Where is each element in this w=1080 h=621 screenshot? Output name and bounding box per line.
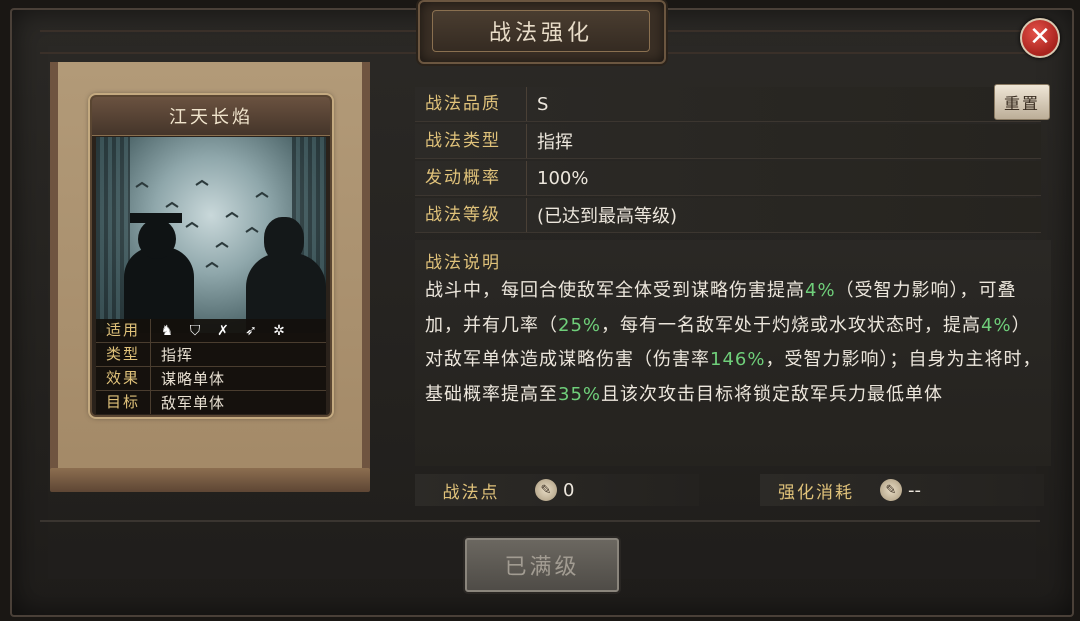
description-highlight: 4%	[981, 314, 1012, 336]
tactic-point-icon: ✎	[880, 479, 902, 501]
close-icon: ✕	[1029, 22, 1051, 52]
card-row-target: 目标 敌军单体	[96, 391, 326, 414]
rate-label: 发动概率	[415, 161, 527, 195]
description-highlight: 35%	[558, 383, 602, 405]
type-value: 指挥	[537, 132, 573, 153]
description-highlight: 146%	[710, 349, 766, 370]
description-box: 战法说明 战斗中，每回合使敌军全体受到谋略伤害提高4%（受智力影响），可叠加，并…	[415, 240, 1051, 466]
upgrade-cost-label: 强化消耗	[778, 482, 854, 503]
level-label: 战法等级	[415, 198, 527, 232]
troop-icons: ♞ ⛉ ✗ ➶ ✲	[151, 323, 289, 339]
tactic-points-label: 战法点	[442, 482, 500, 503]
level-value: (已达到最高等级)	[537, 206, 678, 227]
card-row-value: 敌军单体	[161, 394, 226, 412]
tactic-point-icon: ✎	[535, 479, 557, 501]
chariot-icon: ✲	[273, 322, 285, 339]
description-segment: 且该次攻击目标将锁定敌军兵力最低单体	[601, 383, 944, 405]
description-segment: 战斗中，每回合使敌军全体受到谋略伤害提高	[425, 280, 805, 301]
tactic-card: 江天长焰 适用 ♞ ⛉ ✗ ➶ ✲ 类型 指挥 效果 谋略单体 目标 敌军单体	[90, 95, 332, 417]
card-row-effect: 效果 谋略单体	[96, 367, 326, 391]
dialog-title: 战法强化	[432, 10, 650, 52]
figure-head	[264, 217, 304, 263]
card-row-label: 类型	[96, 343, 151, 366]
level-row: 战法等级 (已达到最高等级)	[415, 198, 1041, 233]
description-text: 战斗中，每回合使敌军全体受到谋略伤害提高4%（受智力影响），可叠加，并有几率（2…	[425, 274, 1043, 412]
title-plate: 战法强化	[418, 0, 666, 64]
card-row-label: 效果	[96, 367, 151, 390]
card-row-value: 谋略单体	[161, 370, 226, 388]
card-row-label: 目标	[96, 391, 151, 414]
quality-row: 战法品质 S	[415, 87, 1041, 122]
card-row-label: 适用	[96, 319, 151, 342]
upgrade-cost-field: 强化消耗 ✎ --	[760, 474, 1044, 506]
quality-value: S	[537, 93, 549, 115]
description-title: 战法说明	[425, 253, 501, 273]
card-row-value: 指挥	[161, 346, 194, 364]
footer-divider	[40, 520, 1040, 522]
shield-icon: ⛉	[189, 322, 201, 339]
close-button[interactable]: ✕	[1020, 18, 1060, 58]
upgrade-cost-value: --	[908, 479, 921, 501]
figure-head	[138, 219, 176, 259]
type-label: 战法类型	[415, 124, 527, 158]
type-row: 战法类型 指挥	[415, 124, 1041, 159]
spear-icon: ➶	[245, 322, 257, 339]
rate-value: 100%	[537, 167, 589, 189]
quality-label: 战法品质	[415, 87, 527, 121]
reset-button[interactable]: 重置	[994, 84, 1050, 120]
description-highlight: 4%	[805, 280, 836, 301]
bow-icon: ✗	[217, 322, 229, 339]
description-highlight: 25%	[558, 314, 602, 336]
card-row-troops: 适用 ♞ ⛉ ✗ ➶ ✲	[96, 319, 326, 343]
scroll-rod	[50, 468, 370, 492]
tactic-points-value: 0	[563, 479, 575, 501]
tactic-artwork	[96, 137, 326, 333]
card-attributes: 适用 ♞ ⛉ ✗ ➶ ✲ 类型 指挥 效果 谋略单体 目标 敌军单体	[96, 319, 326, 414]
tactic-points-field: 战法点 ✎ 0	[415, 474, 699, 506]
max-level-button[interactable]: 已满级	[465, 538, 619, 592]
card-row-type: 类型 指挥	[96, 343, 326, 367]
cavalry-icon: ♞	[160, 322, 174, 339]
rate-row: 发动概率 100%	[415, 161, 1041, 196]
tactic-name: 江天长焰	[92, 97, 330, 136]
figure-hat	[130, 213, 182, 223]
description-segment: ，每有一名敌军处于灼烧或水攻状态时，提高	[601, 314, 982, 336]
